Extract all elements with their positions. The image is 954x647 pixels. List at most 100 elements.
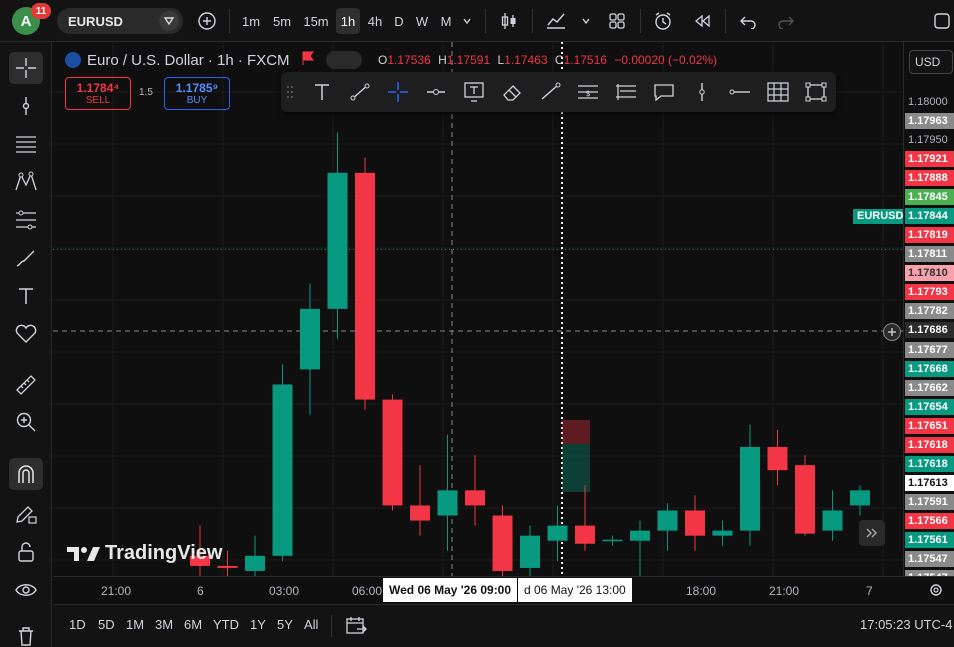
time-axis[interactable]: 21:00 6 03:00 06:00 18:00 21:00 7 Wed 06… xyxy=(53,576,954,604)
favorites-tool[interactable] xyxy=(9,318,43,350)
alarm-clock-icon xyxy=(655,12,671,30)
chart-type-button[interactable] xyxy=(496,8,522,34)
measure-tool[interactable] xyxy=(9,368,43,400)
price-label: 1.17686 xyxy=(905,322,954,338)
eraser-button[interactable] xyxy=(497,78,527,106)
price-scale[interactable]: USD 1.18000 1.17963 1.17950 1.17921 1.17888 1… xyxy=(903,42,954,576)
lock-drawing-tool[interactable] xyxy=(9,498,43,530)
position-box-loss xyxy=(562,420,590,444)
patterns-tool[interactable] xyxy=(9,166,43,198)
add-alert-icon[interactable] xyxy=(883,323,901,341)
pattern-icon xyxy=(15,171,37,191)
date-range-button[interactable] xyxy=(345,616,367,641)
range-6m[interactable]: 6M xyxy=(184,617,202,632)
sell-label: SELL xyxy=(85,95,111,106)
undo-button[interactable] xyxy=(736,8,760,34)
vertical-line-button[interactable] xyxy=(687,78,717,106)
price-label: 1.17613 xyxy=(905,475,954,491)
settings-button[interactable] xyxy=(930,8,954,34)
alert-button[interactable] xyxy=(650,8,676,34)
range-1y[interactable]: 1Y xyxy=(250,617,266,632)
grid-button[interactable] xyxy=(763,78,793,106)
timeframe-m[interactable]: M xyxy=(436,8,456,34)
price-label: 1.17888 xyxy=(905,170,954,186)
symbol-search-button[interactable]: EURUSD xyxy=(57,8,183,34)
indicators-dropdown[interactable] xyxy=(578,8,594,34)
timeframe-d[interactable]: D xyxy=(390,8,408,34)
axis-settings-button[interactable] xyxy=(928,582,944,603)
toolbar-divider xyxy=(640,9,641,33)
candle-body xyxy=(465,490,485,506)
fib-tool[interactable] xyxy=(9,204,43,236)
trash-icon xyxy=(19,627,33,646)
brush-tool[interactable] xyxy=(9,242,43,274)
time-label: 6 xyxy=(197,584,204,598)
time-label: 7 xyxy=(866,584,873,598)
time-label: 03:00 xyxy=(269,584,300,598)
range-ytd[interactable]: YTD xyxy=(213,617,239,632)
lines-tool[interactable] xyxy=(9,128,43,160)
indicators-button[interactable] xyxy=(542,8,570,34)
crosshair-draw-button[interactable] xyxy=(383,78,413,106)
price-range-button[interactable]: $ xyxy=(573,78,603,106)
toolbar-divider xyxy=(725,9,726,33)
range-5d[interactable]: 5D xyxy=(98,617,115,632)
range-all[interactable]: All xyxy=(304,617,318,632)
flag-icon[interactable] xyxy=(302,51,314,69)
undo-icon xyxy=(740,16,756,29)
price-label: 1.17662 xyxy=(905,380,954,396)
horizontal-ray-button[interactable] xyxy=(421,78,451,106)
tradingview-logo-icon xyxy=(67,546,100,561)
clock-timezone[interactable]: 17:05:23 UTC-4 xyxy=(860,617,953,632)
timeframe-1h[interactable]: 1h xyxy=(336,8,360,34)
close-label: C xyxy=(554,53,564,67)
hide-drawings-tool[interactable] xyxy=(9,574,43,606)
range-3m[interactable]: 3M xyxy=(155,617,173,632)
remove-drawings-tool[interactable] xyxy=(9,620,43,647)
comment-button[interactable] xyxy=(649,78,679,106)
zoom-tool[interactable] xyxy=(9,406,43,438)
chart-pane[interactable]: Euro / U.S. Dollar · 1h · FXCM O1.17536 … xyxy=(53,42,903,576)
line-draw-button[interactable] xyxy=(535,78,565,106)
text-draw-button[interactable] xyxy=(307,78,337,106)
drag-handle[interactable] xyxy=(283,78,297,106)
text-tool[interactable] xyxy=(9,280,43,312)
vertical-line-dot-icon xyxy=(22,97,30,115)
cursor-tool[interactable] xyxy=(9,90,43,122)
candle-body xyxy=(272,384,293,556)
double-chevron-right-icon xyxy=(866,528,877,538)
magnet-tool[interactable] xyxy=(9,458,43,490)
trend-line-button[interactable] xyxy=(345,78,375,106)
currency-button[interactable]: USD xyxy=(909,50,953,74)
long-position-button[interactable] xyxy=(611,78,641,106)
ray-button[interactable] xyxy=(725,78,755,106)
legend-toggle-button[interactable] xyxy=(325,51,362,69)
price-label: 1.17566 xyxy=(905,513,954,529)
range-1m[interactable]: 1M xyxy=(126,617,144,632)
range-1d[interactable]: 1D xyxy=(69,617,86,632)
symbol-menu-icon[interactable] xyxy=(159,11,179,31)
range-5y[interactable]: 5Y xyxy=(277,617,293,632)
buy-price: 1.1785⁹ xyxy=(175,81,219,95)
lock-tool[interactable] xyxy=(9,536,43,568)
timeframe-15m[interactable]: 15m xyxy=(299,8,333,34)
compare-symbol-button[interactable] xyxy=(195,8,219,34)
sell-button[interactable]: 1.1784⁴ SELL xyxy=(65,77,131,110)
replay-button[interactable] xyxy=(689,8,715,34)
timeframe-dropdown[interactable] xyxy=(459,8,475,34)
timeframe-1m[interactable]: 1m xyxy=(236,8,266,34)
timeframe-4h[interactable]: 4h xyxy=(364,8,386,34)
layout-button[interactable] xyxy=(604,8,630,34)
crosshair-tool[interactable] xyxy=(9,52,43,84)
buy-button[interactable]: 1.1785⁹ BUY xyxy=(164,77,230,110)
timeframe-5m[interactable]: 5m xyxy=(268,8,296,34)
unlock-icon xyxy=(18,542,34,562)
crosshair-icon xyxy=(16,58,36,78)
scroll-to-realtime-button[interactable] xyxy=(859,520,885,546)
rectangle-button[interactable] xyxy=(801,78,831,106)
gear-icon xyxy=(930,584,942,596)
toolbar-divider xyxy=(331,615,332,637)
text-box-button[interactable] xyxy=(459,78,489,106)
timeframe-w[interactable]: W xyxy=(412,8,432,34)
ray-icon xyxy=(729,89,750,95)
